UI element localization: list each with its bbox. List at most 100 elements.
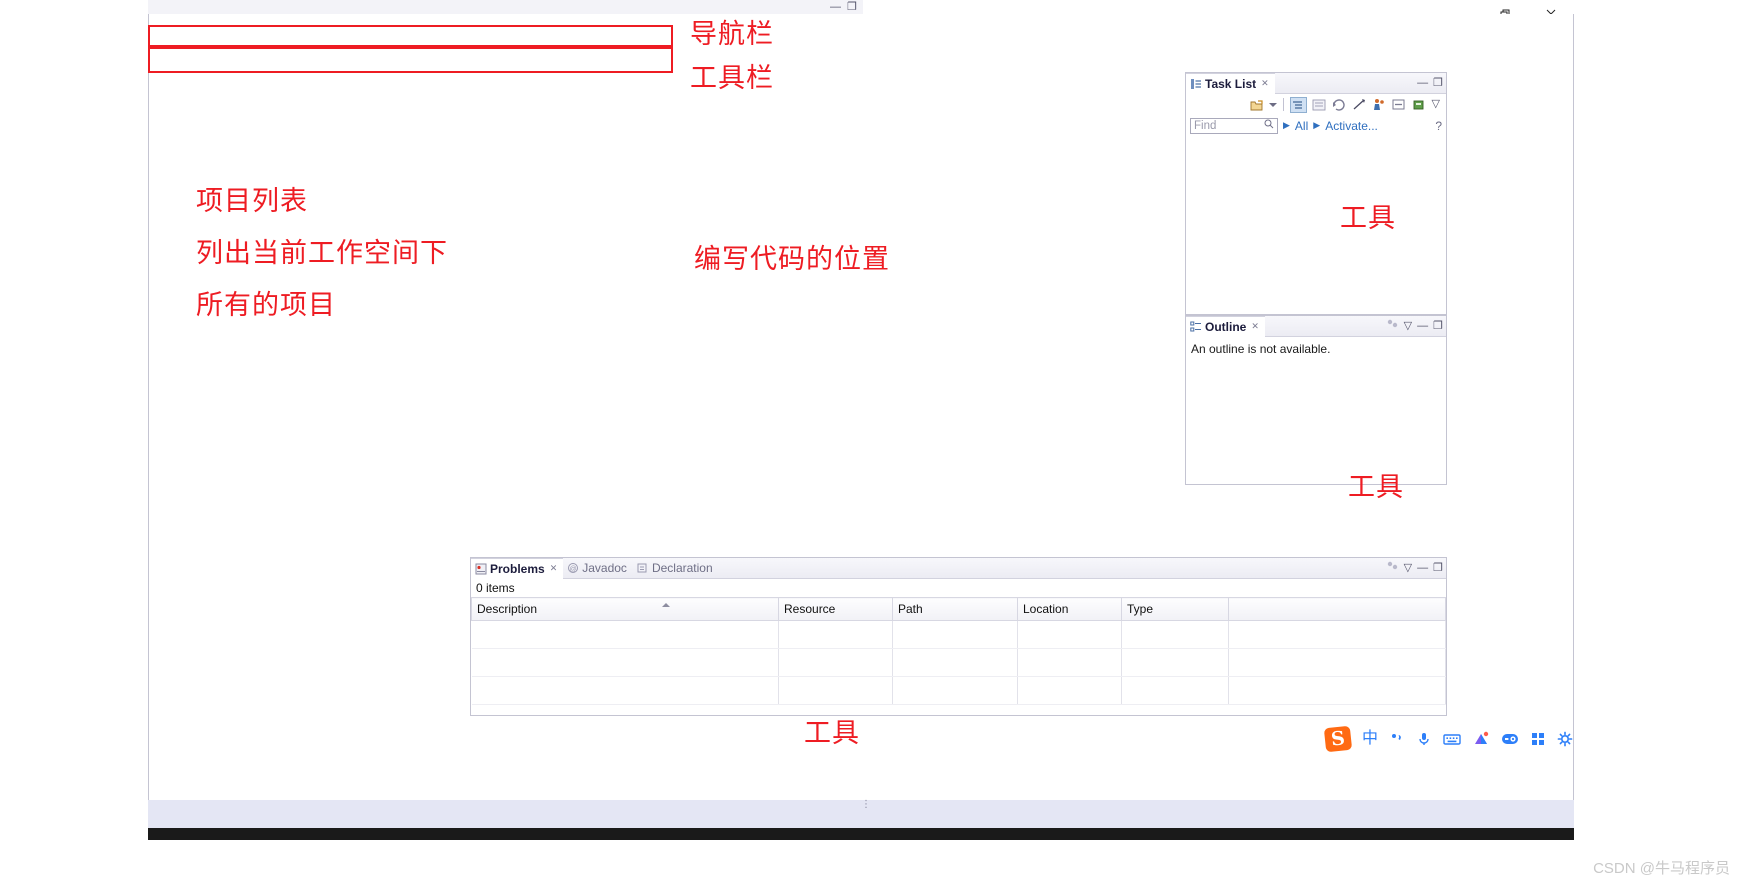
scheduled-mode-icon[interactable] <box>1312 98 1327 112</box>
outline-tabbar: Outline ✕ ▽ — ❐ <box>1186 315 1446 337</box>
focus-on-workweek-icon[interactable] <box>1352 98 1367 112</box>
maximize-icon[interactable]: ❐ <box>1433 77 1443 89</box>
column-header-description[interactable]: Description <box>471 597 779 621</box>
task-find-input[interactable]: Find <box>1190 117 1278 134</box>
close-icon[interactable]: ✕ <box>1261 78 1269 89</box>
editor-minimize-icon[interactable]: — <box>830 2 841 13</box>
annotation-project-list-line3: 所有的项目 <box>196 290 336 321</box>
problems-filter-icon[interactable] <box>1386 559 1399 577</box>
cell <box>471 648 779 677</box>
punctuation-icon[interactable] <box>1389 731 1405 747</box>
outline-icon <box>1190 321 1202 333</box>
view-menu-icon[interactable]: ▽ <box>1404 562 1412 574</box>
close-icon[interactable]: ✕ <box>1251 321 1259 332</box>
status-bar: ⋮ <box>148 799 1574 828</box>
annotation-task-tool-label: 工具 <box>1340 203 1396 234</box>
view-menu-icon[interactable]: ▽ <box>1432 99 1440 110</box>
table-row[interactable] <box>471 648 1446 677</box>
javadoc-icon: @ <box>567 562 579 574</box>
minimize-icon[interactable]: — <box>1417 320 1428 332</box>
settings-icon[interactable] <box>1557 731 1573 747</box>
annotation-navbar-label: 导航栏 <box>690 19 774 50</box>
minimize-icon[interactable]: — <box>1417 77 1428 89</box>
task-list-icon <box>1190 78 1202 90</box>
cell <box>1228 648 1446 677</box>
cell <box>778 648 893 677</box>
annotation-toolbar-label: 工具栏 <box>690 63 774 94</box>
problems-panel: Problems ✕ @ Javadoc Declaration ▽ — ❐ 0… <box>470 557 1447 716</box>
tab-declaration[interactable]: Declaration <box>633 558 719 578</box>
minimize-icon[interactable]: — <box>1417 562 1428 574</box>
svg-text:@: @ <box>570 566 577 573</box>
annotation-box-toolbar <box>148 47 673 73</box>
column-header-type[interactable]: Type <box>1121 597 1229 621</box>
column-header-spacer <box>1228 597 1446 621</box>
sort-caret-icon <box>662 603 670 607</box>
view-menu-icon[interactable]: ▽ <box>1404 320 1412 332</box>
synchronize-icon[interactable] <box>1332 98 1347 112</box>
magnifier-icon[interactable] <box>1264 119 1274 132</box>
screenshot-root: fy2401workspace - Java - Eclipse <box>0 0 1748 892</box>
tab-javadoc[interactable]: @ Javadoc <box>563 558 633 578</box>
close-icon[interactable]: ✕ <box>550 563 558 574</box>
annotation-editor-label: 编写代码的位置 <box>694 244 890 275</box>
problems-tabbar: Problems ✕ @ Javadoc Declaration ▽ — ❐ <box>471 557 1446 579</box>
column-header-resource[interactable]: Resource <box>778 597 893 621</box>
filter-all-link[interactable]: All <box>1295 119 1308 133</box>
sogou-logo-icon[interactable]: S <box>1323 725 1353 753</box>
task-list-panel: Task List ✕ — ❐ ▽ Find ▶ All ▶ Activate.… <box>1185 72 1447 315</box>
cell <box>1228 676 1446 705</box>
problems-header-row: Description Resource Path Location Type <box>471 597 1446 621</box>
cell <box>1121 676 1229 705</box>
cell <box>892 676 1018 705</box>
toolbox-icon[interactable] <box>1472 731 1490 747</box>
problems-table-body <box>471 620 1446 705</box>
eclipse-window: fy2401workspace - Java - Eclipse <box>148 0 1574 828</box>
maximize-icon[interactable]: ❐ <box>1433 562 1443 574</box>
emoji-icon[interactable] <box>1501 731 1519 747</box>
voice-input-icon[interactable] <box>1416 731 1432 747</box>
problems-tab-label: Problems <box>490 561 545 576</box>
task-list-content[interactable] <box>1186 136 1446 314</box>
tab-outline[interactable]: Outline ✕ <box>1186 315 1265 337</box>
cell <box>778 676 893 705</box>
problems-tools: ▽ — ❐ <box>1386 558 1443 578</box>
table-row[interactable] <box>471 676 1446 705</box>
filter-activate-caret-icon[interactable]: ▶ <box>1313 120 1320 131</box>
cell <box>1017 620 1122 649</box>
apps-icon[interactable] <box>1530 731 1546 747</box>
column-header-location[interactable]: Location <box>1017 597 1122 621</box>
collapse-all-icon[interactable] <box>1392 98 1407 112</box>
outline-sort-icon[interactable] <box>1386 317 1399 335</box>
help-icon[interactable]: ? <box>1435 119 1442 133</box>
task-repositories-icon[interactable] <box>1412 98 1427 112</box>
cell <box>471 676 779 705</box>
status-resize-handle[interactable]: ⋮ <box>861 799 871 810</box>
editor-maximize-icon[interactable]: ❐ <box>847 2 857 13</box>
chinese-mode-icon[interactable]: 中 <box>1362 731 1378 747</box>
tab-task-list[interactable]: Task List ✕ <box>1186 72 1275 94</box>
annotation-project-list-line1: 项目列表 <box>196 186 308 217</box>
declaration-tab-label: Declaration <box>651 561 713 575</box>
categorized-mode-icon[interactable] <box>1289 96 1307 113</box>
filter-activate-link[interactable]: Activate... <box>1325 119 1378 133</box>
new-task-icon[interactable] <box>1249 98 1264 112</box>
filter-all-caret-icon[interactable]: ▶ <box>1283 120 1290 131</box>
task-list-panel-tools: — ❐ <box>1417 73 1443 93</box>
soft-keyboard-icon[interactable] <box>1443 731 1461 747</box>
annotation-problems-tool-label: 工具 <box>804 718 860 749</box>
tab-problems[interactable]: Problems ✕ <box>471 557 564 579</box>
problems-table: Description Resource Path Location Type <box>471 597 1446 705</box>
column-header-path[interactable]: Path <box>892 597 1018 621</box>
toolbar-separator <box>1282 98 1285 111</box>
new-task-dropdown-icon[interactable] <box>1269 98 1278 112</box>
cell <box>892 620 1018 649</box>
watermark: CSDN @牛马程序员 <box>1593 860 1730 877</box>
cell <box>1121 648 1229 677</box>
table-row[interactable] <box>471 620 1446 649</box>
javadoc-tab-label: Javadoc <box>582 561 627 575</box>
maximize-icon[interactable]: ❐ <box>1433 320 1443 332</box>
activate-task-icon[interactable] <box>1372 98 1387 112</box>
task-find-row: Find ▶ All ▶ Activate... ? <box>1186 115 1446 136</box>
column-label-description: Description <box>477 602 538 616</box>
